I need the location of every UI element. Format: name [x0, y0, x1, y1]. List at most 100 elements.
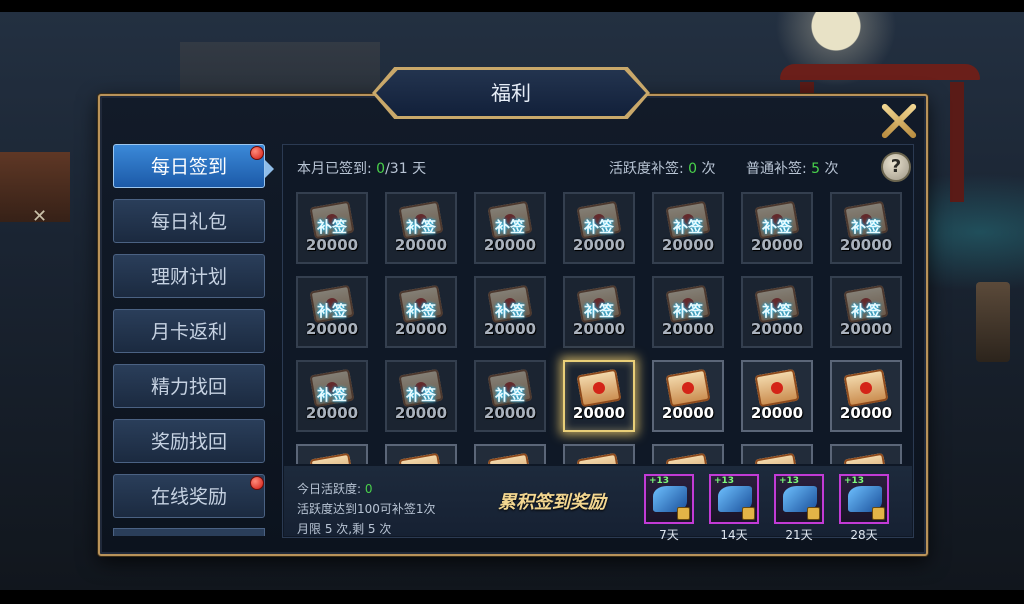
close-icon: ✕	[32, 206, 48, 227]
signin-day-cell[interactable]: 20000 补签	[830, 276, 902, 348]
scroll-icon	[309, 452, 355, 464]
reward-amount: 20000	[839, 404, 893, 422]
reward-amount: 20000	[572, 404, 626, 422]
reward-chest-7[interactable]: +13	[644, 474, 694, 524]
sidebar-item-daily-gift[interactable]: 每日礼包	[113, 199, 265, 243]
signin-day-cell[interactable]: 20000	[741, 360, 813, 432]
reward-chest-21[interactable]: +13	[774, 474, 824, 524]
reward-amount: 20000	[839, 320, 893, 338]
resign-overlay: 补签	[583, 218, 614, 236]
reward-amount: 20000	[305, 404, 359, 422]
sidebar-item-monthly-card[interactable]: 月卡返利	[113, 309, 265, 353]
scroll-icon	[576, 452, 622, 464]
normal-resign-count: 普通补签: 5 次	[746, 161, 839, 177]
signin-day-cell[interactable]	[296, 444, 368, 464]
sidebar-item-finance-plan[interactable]: 理财计划	[113, 254, 265, 298]
signin-day-cell[interactable]	[652, 444, 724, 464]
help-button[interactable]: ?	[881, 152, 911, 182]
resign-overlay: 补签	[672, 302, 703, 320]
scroll-icon	[665, 452, 711, 464]
resign-overlay: 补签	[672, 218, 703, 236]
signin-day-cell[interactable]: 20000 补签	[474, 276, 546, 348]
signed-count: 本月已签到: 0/31 天	[297, 161, 427, 177]
signin-day-cell[interactable]: 20000 补签	[296, 192, 368, 264]
resign-overlay: 补签	[405, 218, 436, 236]
torii-post-right	[950, 82, 964, 202]
signin-day-cell[interactable]: 20000 补签	[474, 192, 546, 264]
signin-day-cell[interactable]: 20000 补签	[385, 360, 457, 432]
monthly-limit: 月限 5 次,剩 5 次	[297, 522, 392, 536]
activity-resign-count: 活跃度补签: 0 次	[609, 161, 716, 177]
reward-amount: 20000	[483, 236, 537, 254]
signin-day-cell[interactable]	[474, 444, 546, 464]
resign-overlay: 补签	[583, 302, 614, 320]
signin-day-cell[interactable]: 20000 补签	[563, 276, 635, 348]
lock-icon	[677, 507, 690, 520]
signin-day-cell[interactable]: 20000	[563, 360, 635, 432]
close-button[interactable]	[878, 100, 920, 142]
scroll-icon	[487, 452, 533, 464]
signin-day-cell[interactable]: 20000 补签	[652, 192, 724, 264]
letterbox-top	[0, 0, 1024, 12]
reward-amount: 20000	[572, 320, 626, 338]
resign-overlay: 补签	[850, 302, 881, 320]
reward-amount: 20000	[394, 320, 448, 338]
reward-amount: 20000	[661, 404, 715, 422]
signin-day-cell[interactable]: 20000 补签	[385, 192, 457, 264]
signin-day-cell[interactable]: 20000 补签	[830, 192, 902, 264]
signin-day-cell[interactable]: 20000 补签	[474, 360, 546, 432]
sidebar-item-partial[interactable]	[113, 528, 265, 536]
reward-amount: 20000	[661, 320, 715, 338]
sidebar-item-online-reward[interactable]: 在线奖励	[113, 474, 265, 518]
resign-overlay: 补签	[494, 218, 525, 236]
scroll-icon	[754, 452, 800, 464]
sidebar-item-reward-recover[interactable]: 奖励找回	[113, 419, 265, 463]
scroll-icon	[665, 368, 711, 408]
resign-overlay: 补签	[761, 302, 792, 320]
signin-day-cell[interactable]: 20000 补签	[296, 360, 368, 432]
signin-day-cell[interactable]: 20000 补签	[563, 192, 635, 264]
lock-icon	[872, 507, 885, 520]
cumulative-reward-label: 累积签到奖励	[498, 492, 606, 513]
reward-day-label: 7天	[659, 528, 679, 542]
signin-day-cell[interactable]: 20000	[830, 360, 902, 432]
signin-calendar-grid: 20000 补签 20000 补签 20000 补签 20000 补签 20000 补签 20000…	[290, 186, 906, 464]
reward-amount: 20000	[394, 236, 448, 254]
panel-title: 福利	[491, 81, 531, 105]
resign-overlay: 补签	[850, 218, 881, 236]
signin-day-cell[interactable]: 20000 补签	[741, 276, 813, 348]
active-arrow-icon	[265, 160, 274, 178]
resign-overlay: 补签	[316, 218, 347, 236]
signin-day-cell[interactable]	[563, 444, 635, 464]
reward-amount: 20000	[661, 236, 715, 254]
reward-amount: 20000	[572, 236, 626, 254]
reward-chest-14[interactable]: +13	[709, 474, 759, 524]
reward-amount: 20000	[750, 404, 804, 422]
scroll-icon	[754, 368, 800, 408]
lock-icon	[807, 507, 820, 520]
signin-day-cell[interactable]: 20000 补签	[296, 276, 368, 348]
reward-amount: 20000	[305, 236, 359, 254]
reward-day-label: 28天	[850, 528, 878, 542]
resign-overlay: 补签	[494, 386, 525, 404]
reward-amount: 20000	[483, 404, 537, 422]
reward-amount: 20000	[483, 320, 537, 338]
reward-amount: 20000	[750, 320, 804, 338]
resign-overlay: 补签	[761, 218, 792, 236]
sidebar-item-daily-signin[interactable]: 每日签到	[113, 144, 265, 188]
signin-day-cell[interactable]	[385, 444, 457, 464]
scroll-icon	[843, 452, 889, 464]
signin-day-cell[interactable]	[830, 444, 902, 464]
notification-dot	[250, 476, 264, 490]
scroll-icon	[576, 368, 622, 408]
reward-chest-28[interactable]: +13	[839, 474, 889, 524]
activity-rule: 活跃度达到100可补签1次	[297, 502, 436, 516]
sidebar-item-energy-recover[interactable]: 精力找回	[113, 364, 265, 408]
reward-amount: 20000	[839, 236, 893, 254]
signin-day-cell[interactable]: 20000 补签	[652, 276, 724, 348]
signin-day-cell[interactable]: 20000 补签	[741, 192, 813, 264]
signin-day-cell[interactable]: 20000	[652, 360, 724, 432]
signin-day-cell[interactable]	[741, 444, 813, 464]
notification-dot	[250, 146, 264, 160]
signin-day-cell[interactable]: 20000 补签	[385, 276, 457, 348]
